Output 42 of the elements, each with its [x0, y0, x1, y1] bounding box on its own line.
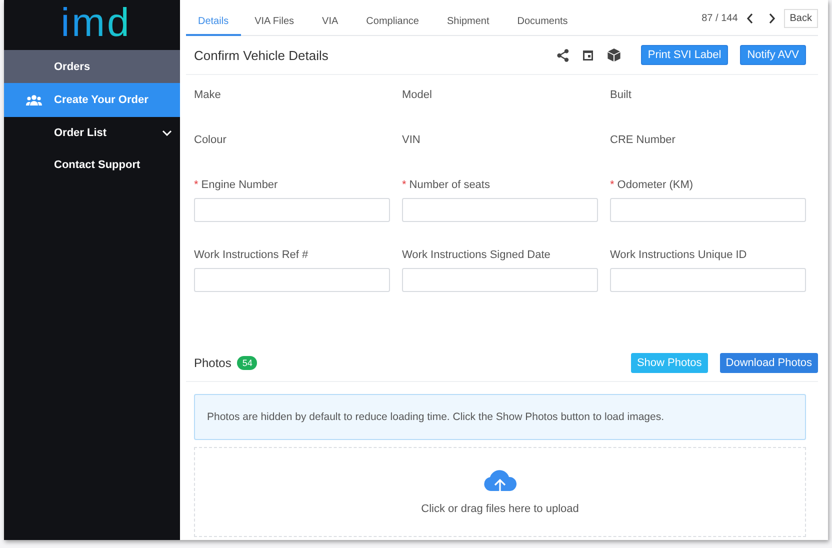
tab[interactable]: VIA	[308, 16, 352, 36]
tab[interactable]: Documents	[503, 16, 582, 36]
field-label: Work Instructions Ref #	[194, 249, 308, 261]
share-icon[interactable]	[556, 48, 569, 62]
input-field[interactable]	[402, 198, 598, 222]
section-title: Photos	[194, 356, 232, 370]
users-icon	[26, 94, 42, 106]
calendar-icon[interactable]	[582, 49, 594, 61]
cube-icon[interactable]	[606, 48, 621, 62]
input-field[interactable]	[610, 198, 806, 222]
download-button[interactable]: Download Photos	[720, 352, 818, 372]
sidebar-item[interactable]: Contact Support	[4, 149, 180, 181]
field-label: * Engine Number	[194, 179, 278, 191]
field-label: Colour	[194, 134, 226, 146]
field-label: CRE Number	[610, 134, 676, 146]
tab[interactable]: VIA Files	[240, 16, 308, 36]
input-field[interactable]	[610, 268, 806, 292]
tab[interactable]: Compliance	[352, 16, 433, 36]
next-icon[interactable]	[768, 13, 776, 24]
section-title: Confirm Vehicle Details	[194, 48, 330, 62]
field-label: * Number of seats	[402, 179, 490, 191]
tab[interactable]: Shipment	[432, 16, 504, 36]
sidebar-item[interactable]: Orders	[4, 50, 180, 83]
count-badge: 54	[237, 356, 258, 370]
input-field[interactable]	[402, 268, 598, 292]
info-notice: Photos are hidden by default to reduce loading time. Click the Show Photos button to load images.	[194, 394, 806, 440]
field-label: * Odometer (KM)	[610, 179, 694, 191]
input-field[interactable]	[194, 268, 390, 292]
upload-text: Click or drag files here to upload	[421, 503, 579, 515]
input-field[interactable]	[194, 198, 390, 222]
field-label: VIN	[402, 134, 420, 146]
page-counter: 87 / 144	[702, 13, 738, 24]
upload-area[interactable]: Click or drag files here to upload	[194, 447, 806, 537]
back-button[interactable]: Back	[784, 9, 818, 28]
chevron-icon	[162, 130, 172, 136]
field-label: Work Instructions Unique ID	[610, 249, 747, 261]
field-label: Model	[402, 89, 432, 101]
field-label: Make	[194, 89, 221, 101]
field-label: Work Instructions Signed Date	[402, 249, 550, 261]
previous-icon[interactable]	[746, 13, 754, 24]
sidebar-item[interactable]: Order List	[4, 117, 180, 149]
field-label: Built	[610, 89, 632, 101]
